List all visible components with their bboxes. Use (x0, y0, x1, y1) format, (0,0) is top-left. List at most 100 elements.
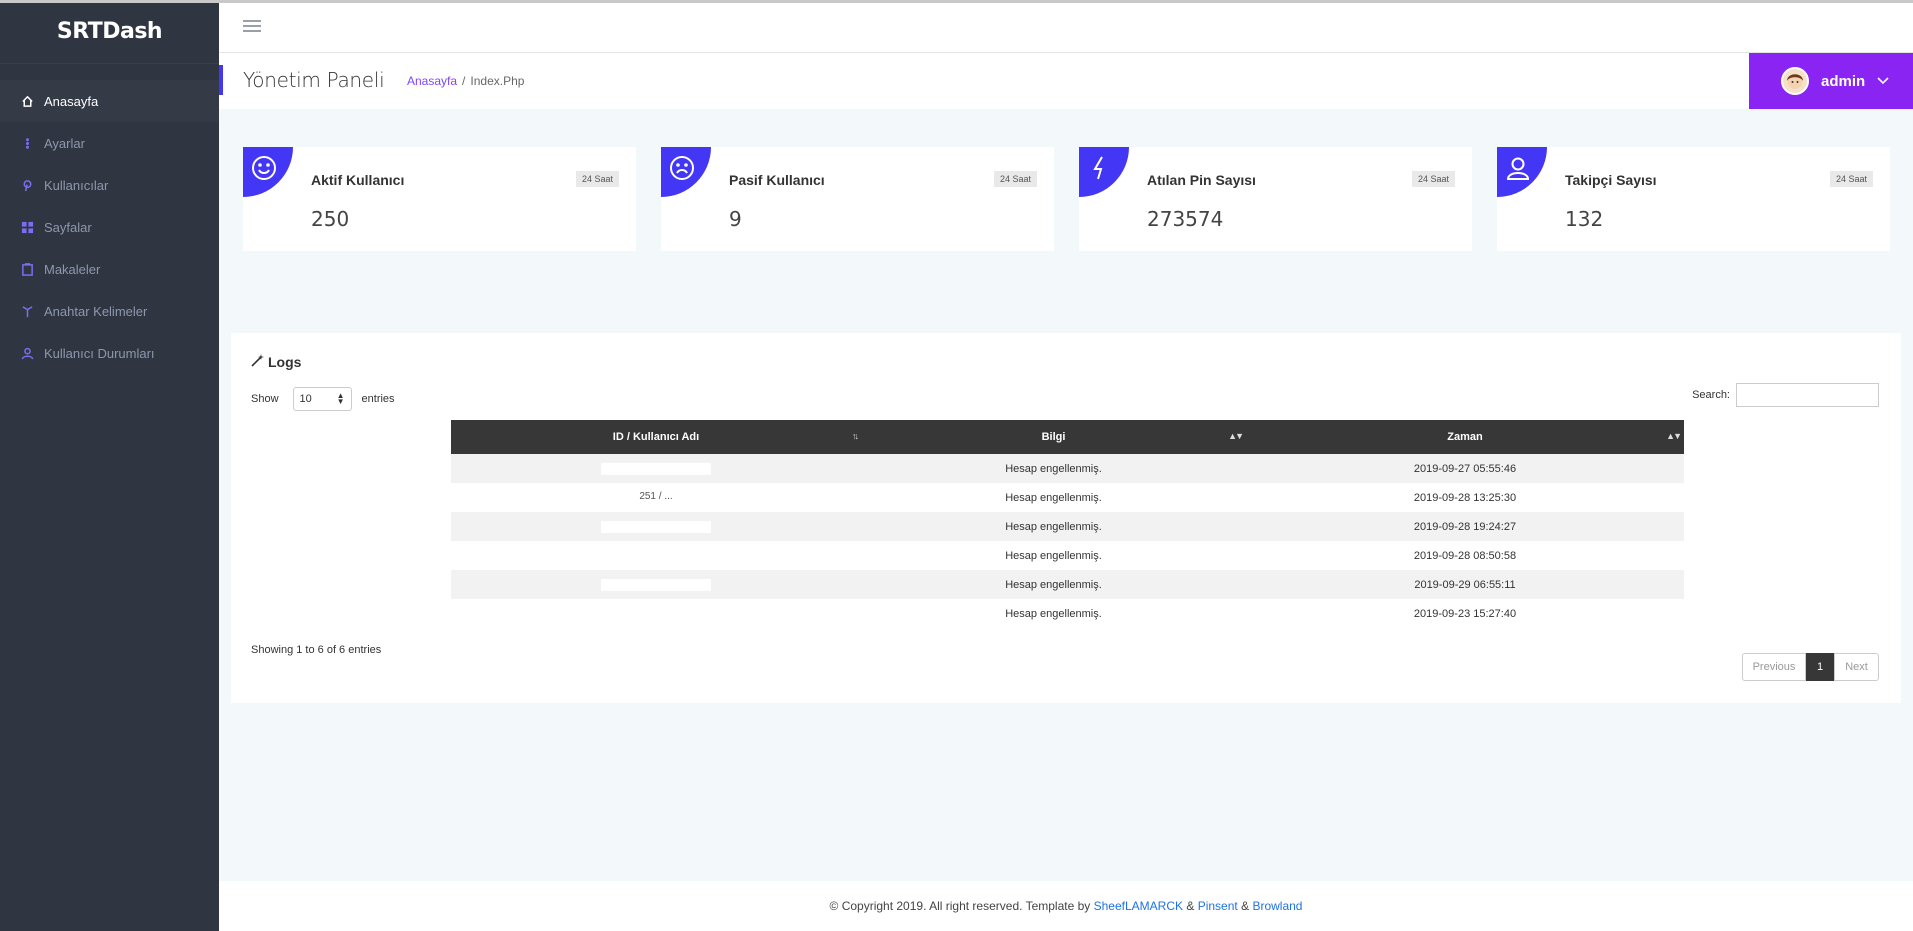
frown-icon (661, 147, 711, 197)
table-info: Showing 1 to 6 of 6 entries (251, 644, 382, 656)
table-row: Hesap engellenmiş. 2019-09-28 19:24:27 (451, 512, 1684, 541)
user-icon (1497, 147, 1547, 197)
sidebar-item-label: Makaleler (44, 261, 101, 277)
logs-panel: Logs Show 10 ▲ ▼ entries Search: ID / Kul… (231, 333, 1901, 703)
sidebar-item-anahtar-kelimeler[interactable]: Anahtar Kelimeler (0, 290, 219, 332)
breadcrumb-separator: / (462, 74, 466, 88)
cell-info: Hesap engellenmiş. (1005, 607, 1102, 620)
sort-asc-icon: ↑↓ (852, 431, 859, 441)
menu-toggle-icon[interactable] (243, 20, 261, 34)
table-row: Hesap engellenmiş. 2019-09-29 06:55:11 (451, 570, 1684, 599)
table-header-row: ID / Kullanıcı Adı ↑↓ Bilgi ▲▼ Zaman ▲▼ (451, 420, 1684, 454)
column-header-label: Bilgi (1041, 431, 1066, 443)
user-name: admin (1821, 72, 1866, 90)
avatar (1781, 67, 1809, 95)
stat-badge: 24 Saat (575, 171, 619, 187)
sidebar-item-kullanicilar[interactable]: Kullanıcılar (0, 164, 219, 206)
stat-value: 9 (729, 207, 742, 231)
cell-id (451, 599, 861, 628)
logs-table: ID / Kullanıcı Adı ↑↓ Bilgi ▲▼ Zaman ▲▼ Hes… (451, 420, 1684, 628)
chevron-down-icon (1877, 72, 1889, 90)
table-row: Hesap engellenmiş. 2019-09-28 08:50:58 (451, 541, 1684, 570)
pinterest-icon (20, 178, 34, 192)
cell-info: Hesap engellenmiş. (1005, 549, 1102, 562)
sidebar-item-label: Kullanıcılar (44, 177, 109, 193)
footer-link-pinsent[interactable]: Pinsent (1198, 899, 1238, 913)
cell-info: Hesap engellenmiş. (861, 570, 1246, 599)
smile-icon (243, 147, 293, 197)
cell-time: 2019-09-28 08:50:58 (1413, 549, 1517, 562)
column-header-zaman[interactable]: Zaman ▲▼ (1246, 420, 1684, 454)
column-header-id[interactable]: ID / Kullanıcı Adı ↑↓ (451, 420, 861, 454)
breadcrumb-home[interactable]: Anasayfa (407, 74, 457, 88)
user-icon (20, 346, 34, 360)
footer-amp: & (1241, 899, 1250, 913)
sidebar-item-anasayfa[interactable]: Anasayfa (0, 80, 219, 122)
page-length-value: 10 (299, 393, 312, 405)
title-accent (219, 65, 223, 95)
sidebar-item-label: Kullanıcı Durumları (44, 345, 155, 361)
cell-time: 2019-09-28 13:25:30 (1413, 491, 1517, 504)
clipboard-icon (20, 262, 34, 276)
search-label: Search: (1692, 389, 1730, 401)
sort-icon: ▲▼ (1228, 431, 1244, 441)
column-header-label: ID / Kullanıcı Adı (612, 431, 700, 443)
stat-badge: 24 Saat (1411, 171, 1455, 187)
footer-text: © Copyright 2019. All right reserved. Te… (829, 899, 1091, 913)
breadcrumb: Anasayfa / Index.Php (407, 74, 524, 88)
search-input[interactable] (1736, 383, 1879, 407)
pagination: Previous 1 Next (1742, 653, 1879, 681)
cell-id (451, 541, 861, 570)
sidebar-menu: Anasayfa Ayarlar Kullanıcılar Sayfalar M… (0, 80, 219, 374)
stat-title: Aktif Kullanıcı (311, 172, 405, 188)
sidebar-item-ayarlar[interactable]: Ayarlar (0, 122, 219, 164)
stat-value: 273574 (1147, 207, 1224, 231)
stat-card-pasif: Pasif Kullanıcı 24 Saat 9 (661, 147, 1054, 251)
grid-icon (20, 220, 34, 234)
next-button[interactable]: Next (1834, 653, 1879, 681)
cell-time: 2019-09-23 15:27:40 (1413, 607, 1517, 620)
cell-id: 251 / ... (451, 483, 861, 512)
page-title: Yönetim Paneli (243, 68, 385, 92)
stat-badge: 24 Saat (1829, 171, 1873, 187)
wand-icon (251, 353, 268, 370)
sidebar-item-sayfalar[interactable]: Sayfalar (0, 206, 219, 248)
bolt-icon (1079, 147, 1129, 197)
column-header-bilgi[interactable]: Bilgi ▲▼ (861, 420, 1246, 454)
footer-amp: & (1186, 899, 1195, 913)
sidebar-item-label: Sayfalar (44, 219, 92, 235)
more-vertical-icon (20, 136, 34, 150)
top-border (0, 0, 1913, 3)
previous-button[interactable]: Previous (1742, 653, 1806, 681)
column-header-label: Zaman (1447, 431, 1483, 443)
select-arrows-icon: ▲ ▼ (336, 391, 345, 406)
breadcrumb-current: Index.Php (470, 74, 525, 88)
stat-value: 250 (311, 207, 350, 231)
cell-info: Hesap engellenmiş. (1005, 491, 1102, 504)
stat-title: Takipçi Sayısı (1565, 172, 1657, 188)
page-length-select[interactable]: 10 ▲ ▼ (292, 387, 352, 411)
cell-id (451, 454, 861, 483)
brand-logo[interactable]: SRTDash (0, 0, 219, 64)
sidebar-item-label: Anasayfa (44, 93, 99, 109)
cell-time: 2019-09-29 06:55:11 (1246, 570, 1684, 599)
table-row: Hesap engellenmiş. 2019-09-23 15:27:40 (451, 599, 1684, 628)
footer-link-browland[interactable]: Browland (1252, 899, 1302, 913)
page-button[interactable]: 1 (1806, 653, 1834, 681)
footer-link-sheeflamarck[interactable]: SheefLAMARCK (1094, 899, 1183, 913)
stat-card-pin: Atılan Pin Sayısı 24 Saat 273574 (1079, 147, 1472, 251)
user-menu[interactable]: admin (1749, 53, 1913, 109)
cell-id (451, 512, 861, 541)
show-label: Show (251, 393, 279, 405)
search-control: Search: (1692, 383, 1879, 407)
cell-info: Hesap engellenmiş. (861, 512, 1246, 541)
sidebar-item-kullanici-durumlari[interactable]: Kullanıcı Durumları (0, 332, 219, 374)
cell-id-text: 251 / ... (639, 490, 673, 502)
stat-title: Atılan Pin Sayısı (1147, 172, 1256, 188)
sidebar-item-makaleler[interactable]: Makaleler (0, 248, 219, 290)
cell-id (451, 570, 861, 599)
stat-title: Pasif Kullanıcı (729, 172, 825, 188)
sidebar-item-label: Ayarlar (44, 135, 85, 151)
table-row: Hesap engellenmiş. 2019-09-27 05:55:46 (451, 454, 1684, 483)
entries-label: entries (361, 393, 395, 405)
